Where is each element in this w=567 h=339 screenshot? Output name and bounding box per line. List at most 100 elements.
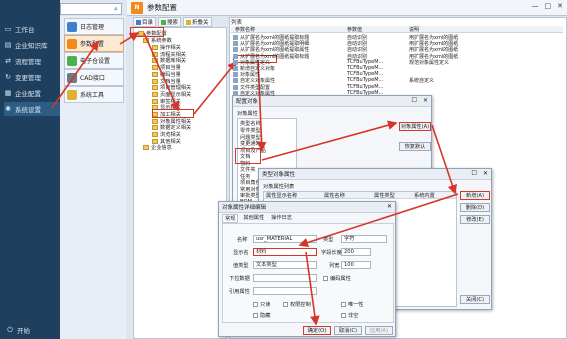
value-type-select[interactable]: 文本类型 <box>253 261 317 269</box>
dropdown-data-select[interactable] <box>253 274 317 282</box>
col-desc: 说明 <box>409 27 420 33</box>
folder-icon <box>152 78 158 84</box>
module-label: 系统工具 <box>80 92 105 99</box>
params-icon <box>67 38 77 49</box>
catalog-icon <box>136 19 141 25</box>
tree-item[interactable]: 其他相关 <box>152 138 181 145</box>
close-icon[interactable]: ✕ <box>387 203 392 210</box>
row-value: TCFBuTypeM... <box>347 77 384 84</box>
search-icon[interactable]: ⌕ <box>111 4 121 14</box>
nav-item-workbench[interactable]: ▭ 工作台 <box>4 22 60 36</box>
tab-other[interactable]: 其他属性 <box>241 214 266 223</box>
required-checkbox[interactable]: 非空 <box>341 312 358 319</box>
folder-icon <box>152 125 158 131</box>
col-name: 属性名称 <box>324 193 345 199</box>
checkbox-icon <box>283 302 288 307</box>
hidden-checkbox[interactable]: 隐藏 <box>253 312 270 319</box>
edit-button[interactable]: 修改(E) <box>460 215 490 224</box>
close-icon[interactable]: ✕ <box>423 97 428 104</box>
nav-item-flow[interactable]: ⇄ 流程管理 <box>4 54 60 68</box>
ref-label: 引用属性 <box>229 289 250 295</box>
left-nav: ▭ 工作台 ▤ 企业知识库 ⇄ 流程管理 ↻ 变更管理 ▦ 企业配置 ✺ 系统设置 ⏻ 开始 <box>0 0 60 339</box>
ref-attr-select[interactable] <box>253 287 317 295</box>
delete-button[interactable]: 删除(D) <box>460 203 490 212</box>
maximize-icon[interactable]: □ <box>411 96 417 103</box>
log-icon <box>67 21 77 32</box>
module-vault[interactable]: 电子仓设置 <box>64 52 124 69</box>
monitor-icon: ▭ <box>4 25 12 33</box>
tab-general[interactable]: 常规 <box>222 214 239 223</box>
tree-label: 系统参数 <box>151 38 172 44</box>
folder-icon <box>152 118 158 124</box>
minimize-icon[interactable]: — <box>532 2 539 10</box>
checkbox-icon <box>341 302 346 307</box>
nav-item-enterprise[interactable]: ▦ 企业配置 <box>4 86 60 100</box>
checkbox-label: 唯一性 <box>348 302 364 308</box>
col-builtin: 系统内置 <box>414 193 435 199</box>
maximize-icon[interactable]: □ <box>471 169 477 176</box>
readonly-checkbox[interactable]: 只读 <box>253 301 270 308</box>
row-value: TCFBuTypeM... <box>347 83 384 90</box>
row-name: 自定义对象属性 <box>240 90 276 97</box>
col-display: 属性显示名称 <box>266 193 298 199</box>
list-columns: 参数名称 参数值 说明 <box>231 26 563 33</box>
apply-button[interactable]: 应用(A) <box>365 326 393 335</box>
dialog-title: 配置对象 <box>236 99 259 105</box>
name-field[interactable]: usr_MATERIAL <box>253 235 317 243</box>
module-log[interactable]: 日志管理 <box>64 18 124 35</box>
row-value: TCFBuTypeM... <box>347 58 384 65</box>
cancel-button[interactable]: 取消(C) <box>334 326 362 335</box>
width-field[interactable]: 100 <box>341 261 371 269</box>
tab-catalog[interactable]: 目录 <box>133 17 157 27</box>
type-field[interactable]: 字符 <box>341 235 387 243</box>
row-desc: 规范对象属性定义 <box>409 59 450 66</box>
list-header: 列表 <box>231 20 243 26</box>
nav-item-knowledge[interactable]: ▤ 企业知识库 <box>4 38 60 52</box>
link-attr-checkbox[interactable]: 编码属性 <box>323 275 351 282</box>
nav-item-change[interactable]: ↻ 变更管理 <box>4 70 60 84</box>
tab-log[interactable]: 操作日志 <box>269 214 294 223</box>
tree-group-enterprise[interactable]: 企业信息 <box>143 144 172 151</box>
maximize-icon[interactable]: □ <box>545 2 552 10</box>
dialog-header: 类型对象属性 □ ✕ <box>259 169 491 180</box>
width-label: 列宽 <box>329 263 340 269</box>
tab-search[interactable]: 搜索 <box>158 17 182 27</box>
length-field[interactable]: 200 <box>341 248 371 256</box>
nav-item-settings[interactable]: ✺ 系统设置 <box>4 102 60 116</box>
collapse-button[interactable]: 折叠关 <box>183 17 212 27</box>
start-button[interactable]: ⏻ 开始 <box>6 323 62 337</box>
display-name-field[interactable]: 材料 <box>253 248 317 256</box>
add-button[interactable]: 新增(A) <box>460 191 490 200</box>
section-label: 对象属性列表 <box>263 184 295 190</box>
module-cad[interactable]: CAD接口 <box>64 69 124 86</box>
dialog-title: 对象属性详细编辑 <box>222 205 267 211</box>
close-icon[interactable]: ✕ <box>483 170 488 177</box>
module-tools[interactable]: 系统工具 <box>64 86 124 103</box>
folder-icon <box>152 65 158 71</box>
change-icon: ↻ <box>5 73 11 81</box>
restore-default-button[interactable]: 恢复默认 <box>399 142 431 151</box>
tree-label: 参数配置 <box>146 31 167 37</box>
permission-checkbox[interactable]: 权限控制 <box>283 301 311 308</box>
close-icon[interactable]: ✕ <box>557 2 563 10</box>
list-row[interactable]: 自定义对象属性 <box>233 90 275 97</box>
tree-root[interactable]: 参数配置 <box>138 30 167 37</box>
display-label: 显示名 <box>233 250 249 256</box>
book-icon: ▤ <box>4 41 12 49</box>
section-label: 对象属性 <box>237 111 258 117</box>
attr-table-header: 属性显示名称 属性名称 属性类型 系统内置 <box>264 192 456 199</box>
vault-icon <box>67 55 77 66</box>
unique-checkbox[interactable]: 唯一性 <box>341 301 364 308</box>
object-attr-button[interactable]: 对象属性(A) <box>399 122 431 131</box>
folder-icon <box>143 145 149 150</box>
module-params[interactable]: 参数配置 <box>64 35 124 52</box>
ok-button[interactable]: 确定(O) <box>303 326 331 335</box>
tree-group[interactable]: 系统参数 <box>143 37 172 44</box>
param-icon <box>233 90 238 96</box>
checkbox-label: 编码属性 <box>330 276 351 282</box>
close-button[interactable]: 关闭(C) <box>460 295 490 304</box>
edit-tabs: 常规 其他属性 操作日志 <box>222 214 294 223</box>
start-label: 开始 <box>17 327 30 335</box>
tree-label: 其他相关 <box>160 138 181 145</box>
row-value: TCFBuTypeM... <box>347 89 384 96</box>
